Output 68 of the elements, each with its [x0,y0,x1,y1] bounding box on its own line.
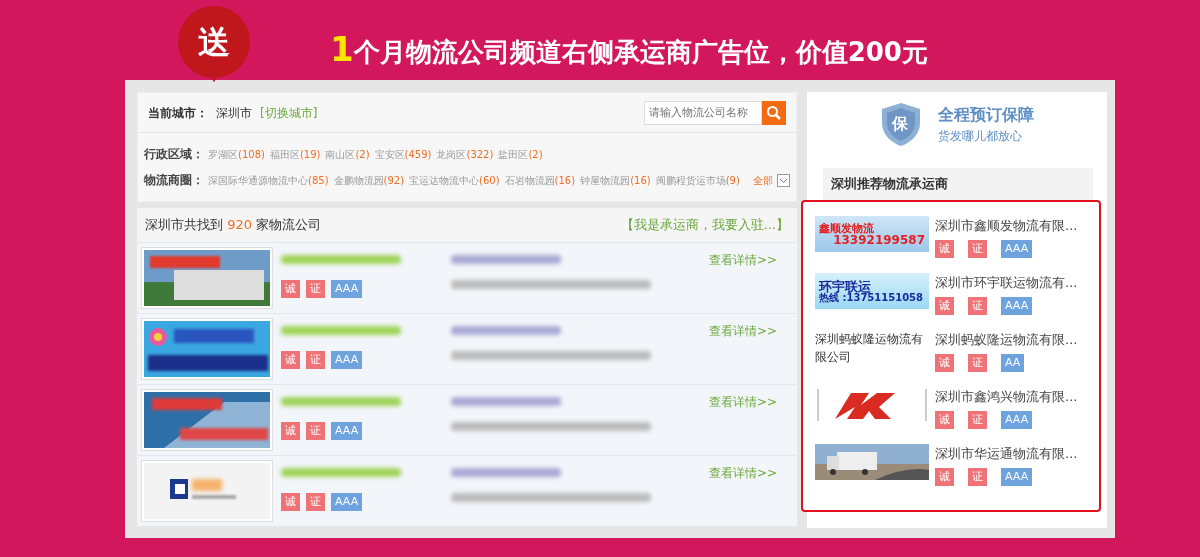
show-all-link[interactable]: 全部 [753,172,773,188]
trust-tag: 证 [968,239,987,258]
section-heading: 深圳推荐物流承运商 [823,168,1093,200]
dropdown-icon [777,173,790,187]
headline: 1个月物流公司频道右侧承运商广告位，价值200元 [330,28,928,71]
filter-link[interactable]: 龙岗区(322) [436,146,494,162]
filter-link[interactable]: 金鹏物流园(92) [333,172,405,188]
trust-tag: 诚 [281,280,300,298]
filter-link[interactable]: 福田区(19) [269,146,321,162]
trust-tag: 证 [968,410,987,429]
details-link[interactable]: 查看详情>> [708,464,777,482]
filter-link[interactable]: 石岩物流园(16) [504,172,576,188]
filter-label: 物流商圈： [144,172,204,189]
details-link[interactable]: 查看详情>> [708,322,777,340]
trust-tag: AAA [331,493,363,511]
trust-tag: 证 [306,493,325,511]
trust-tag: 诚 [281,351,300,369]
trust-tag: 证 [968,467,987,486]
trust-tag: AAA [1001,239,1033,258]
filter-label: 行政区域： [144,146,204,163]
filter-link[interactable]: 深国际华通源物流中心(85) [208,172,329,188]
filter-link[interactable]: 罗湖区(108) [208,146,265,162]
trust-tag: AAA [1001,410,1033,429]
trust-tag: 诚 [935,239,954,258]
carrier-name: 深圳蚂蚁隆运物流有限公司 [815,331,924,366]
switch-city-link[interactable]: [切换城市] [260,103,318,122]
details-link[interactable]: 查看详情>> [708,251,777,269]
trust-tag: AA [1001,353,1025,372]
shield-icon: 保 [880,101,922,147]
trust-tag: AAA [331,351,363,369]
filter-link[interactable]: 南山区(2) [325,146,370,162]
carrier-banner: 环宇联运 热线 :13751151058 [815,273,929,309]
trust-tag: 诚 [281,422,300,440]
filter-link[interactable]: 钟屋物流园(16) [580,172,651,188]
carrier-link[interactable]: 深圳市鑫鸿兴物流有限... [935,387,1078,407]
trust-tag: 证 [968,296,987,315]
carrier-link[interactable]: 深圳市鑫顺发物流有限... [935,216,1078,236]
trust-tag: 证 [306,351,325,369]
carrier-link[interactable]: 深圳蚂蚁隆运物流有限... [935,330,1078,350]
filter-link[interactable]: 盐田区(2) [498,146,543,162]
search-icon [766,104,782,121]
guarantee-title: 全程预订保障 [938,104,1034,126]
search-button[interactable] [762,100,786,125]
filter-link[interactable]: 宝运达物流中心(60) [409,172,500,188]
carrier-link[interactable]: 深圳市华运通物流有限... [935,444,1078,464]
trust-tag: AAA [1001,296,1033,315]
guarantee-subtitle: 货发哪儿都放心 [938,128,1023,145]
trust-tag: AAA [1001,467,1033,486]
trust-tag: 诚 [935,353,954,372]
trust-tag: AAA [331,280,363,298]
city-name: 深圳市 [216,104,252,122]
trust-tag: 诚 [281,493,300,511]
filter-link[interactable]: 宝安区(459) [374,146,432,162]
trust-tag: 诚 [935,410,954,429]
trust-tag: 诚 [935,296,954,315]
results-count: 深圳市共找到 920 家物流公司 [145,216,322,235]
join-link[interactable]: 【我是承运商，我要入驻...】 [620,215,789,235]
details-link[interactable]: 查看详情>> [708,393,777,411]
filter-link[interactable]: 闽鹏程货运市场(9) [655,172,740,188]
search-field[interactable]: 请输入物流公司名称 [644,100,762,125]
trust-tag: 证 [306,422,325,440]
trust-tag: 证 [306,280,325,298]
trust-tag: 证 [968,353,987,372]
city-label: 当前城市： [148,104,208,122]
trust-tag: 诚 [935,467,954,486]
trust-tag: AAA [331,422,363,440]
carrier-banner: 鑫顺发物流 13392199587 [815,216,929,252]
carrier-link[interactable]: 深圳市环宇联运物流有... [935,273,1078,293]
